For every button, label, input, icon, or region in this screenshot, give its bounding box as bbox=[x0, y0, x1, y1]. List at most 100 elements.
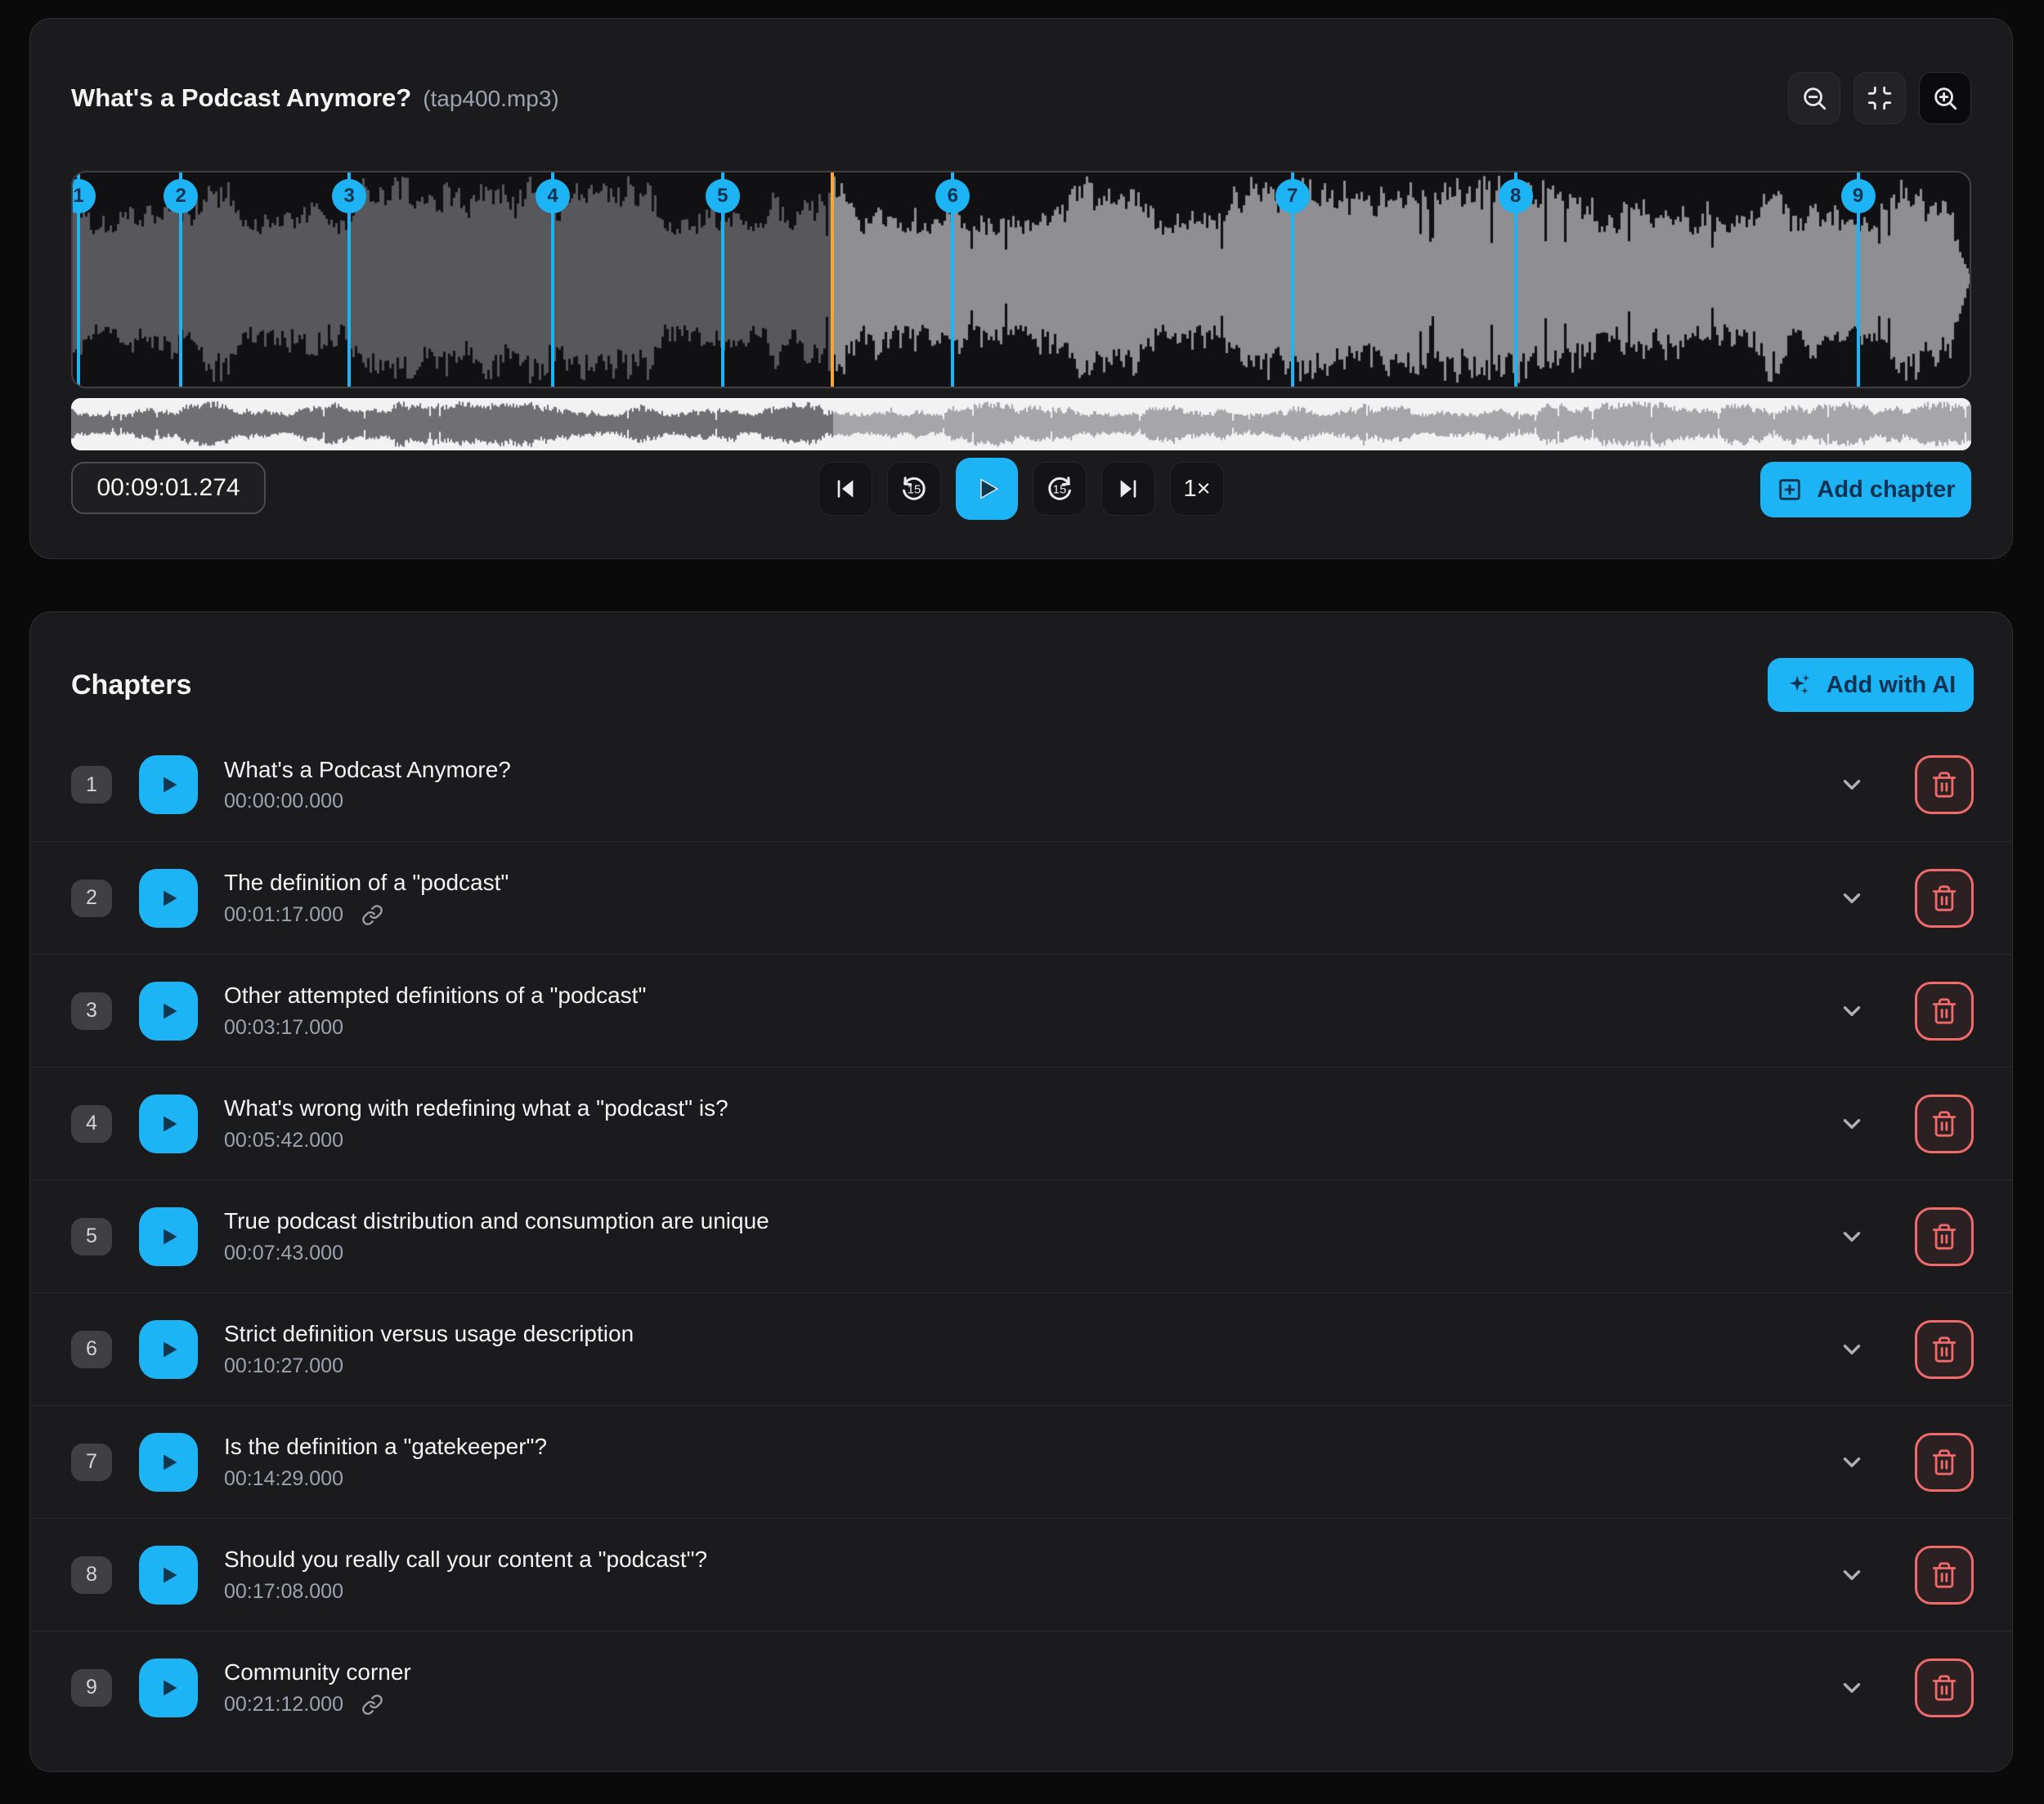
chapter-delete-button[interactable] bbox=[1915, 869, 1974, 928]
chapter-play-button[interactable] bbox=[139, 755, 198, 814]
playhead[interactable] bbox=[831, 172, 834, 387]
chapter-delete-button[interactable] bbox=[1915, 755, 1974, 814]
chapter-play-button[interactable] bbox=[139, 1433, 198, 1492]
chapters-panel: Chapters Add with AI 1 What's a Podcast … bbox=[29, 611, 2013, 1772]
chapter-delete-button[interactable] bbox=[1915, 1207, 1974, 1266]
chevron-down-icon bbox=[1838, 1223, 1866, 1251]
chapter-marker[interactable]: 3 bbox=[332, 179, 366, 213]
chevron-down-icon bbox=[1838, 1336, 1866, 1363]
chapter-title: What's wrong with redefining what a "pod… bbox=[224, 1094, 1838, 1122]
add-with-ai-button[interactable]: Add with AI bbox=[1768, 658, 1974, 712]
chapter-marker[interactable]: 4 bbox=[536, 179, 570, 213]
link-icon bbox=[361, 1694, 383, 1716]
chapter-play-button[interactable] bbox=[139, 1546, 198, 1605]
chapter-marker[interactable]: 5 bbox=[706, 179, 740, 213]
chapter-title: Should you really call your content a "p… bbox=[224, 1546, 1838, 1573]
chapter-play-button[interactable] bbox=[139, 869, 198, 928]
chapter-play-button[interactable] bbox=[139, 1659, 198, 1717]
chapter-meta: 00:10:27.000 bbox=[224, 1354, 1838, 1378]
chapter-marker[interactable]: 7 bbox=[1275, 179, 1310, 213]
skip-to-end-button[interactable] bbox=[1101, 462, 1155, 516]
trash-icon bbox=[1930, 1674, 1958, 1702]
add-chapter-button[interactable]: Add chapter bbox=[1760, 462, 1971, 517]
chapter-meta: 00:03:17.000 bbox=[224, 1016, 1838, 1040]
rewind-15-button[interactable]: 15 bbox=[887, 462, 941, 516]
trash-icon bbox=[1930, 1110, 1958, 1138]
chapter-expand-button[interactable] bbox=[1838, 771, 1866, 799]
chapter-meta: 00:21:12.000 bbox=[224, 1693, 1838, 1717]
chapter-expand-button[interactable] bbox=[1838, 1110, 1866, 1138]
chevron-down-icon bbox=[1838, 1448, 1866, 1476]
play-icon bbox=[973, 475, 1001, 503]
chapter-info: Is the definition a "gatekeeper"? 00:14:… bbox=[224, 1433, 1838, 1491]
minimap-canvas[interactable] bbox=[71, 398, 1971, 450]
chapter-meta: 00:05:42.000 bbox=[224, 1129, 1838, 1153]
chapter-marker[interactable]: 9 bbox=[1841, 179, 1876, 213]
chapter-play-button[interactable] bbox=[139, 1207, 198, 1266]
chapter-delete-button[interactable] bbox=[1915, 1320, 1974, 1379]
chevron-down-icon bbox=[1838, 1674, 1866, 1702]
forward-15-button[interactable]: 15 bbox=[1033, 462, 1087, 516]
chapter-marker[interactable]: 8 bbox=[1499, 179, 1533, 213]
play-button[interactable] bbox=[956, 458, 1018, 520]
chapter-title: What's a Podcast Anymore? bbox=[224, 756, 1838, 784]
chapter-play-button[interactable] bbox=[139, 982, 198, 1041]
chapter-title: Other attempted definitions of a "podcas… bbox=[224, 982, 1838, 1009]
chapter-expand-button[interactable] bbox=[1838, 1448, 1866, 1476]
chapter-row: 6 Strict definition versus usage descrip… bbox=[30, 1292, 2012, 1405]
trash-icon bbox=[1930, 771, 1958, 799]
chapter-row: 8 Should you really call your content a … bbox=[30, 1518, 2012, 1631]
play-icon bbox=[157, 1112, 180, 1135]
chapter-expand-button[interactable] bbox=[1838, 1674, 1866, 1702]
skip-to-start-button[interactable] bbox=[818, 462, 872, 516]
chapter-row: 4 What's wrong with redefining what a "p… bbox=[30, 1067, 2012, 1180]
minimap[interactable] bbox=[71, 398, 1971, 450]
chapter-timestamp: 00:17:08.000 bbox=[224, 1580, 343, 1604]
add-chapter-label: Add chapter bbox=[1817, 477, 1955, 504]
playback-speed-button[interactable]: 1× bbox=[1170, 462, 1224, 516]
play-icon bbox=[157, 1676, 180, 1699]
chapter-play-button[interactable] bbox=[139, 1320, 198, 1379]
chapter-timestamp: 00:10:27.000 bbox=[224, 1354, 343, 1378]
trash-icon bbox=[1930, 884, 1958, 912]
zoom-out-button[interactable] bbox=[1788, 72, 1840, 124]
trash-icon bbox=[1930, 1561, 1958, 1589]
chapter-delete-button[interactable] bbox=[1915, 982, 1974, 1041]
chapter-play-button[interactable] bbox=[139, 1094, 198, 1153]
chapter-expand-button[interactable] bbox=[1838, 997, 1866, 1025]
chapter-number-badge: 2 bbox=[71, 880, 112, 917]
skip-to-start-icon bbox=[832, 476, 858, 502]
chapter-delete-button[interactable] bbox=[1915, 1659, 1974, 1717]
chapter-delete-button[interactable] bbox=[1915, 1094, 1974, 1153]
transport-controls: 00:09:01.274 15 15 1× bbox=[71, 460, 1971, 517]
chapter-number-badge: 6 bbox=[71, 1331, 112, 1368]
chevron-down-icon bbox=[1838, 1561, 1866, 1589]
chapter-info: What's a Podcast Anymore? 00:00:00.000 bbox=[224, 756, 1838, 814]
fit-view-icon bbox=[1866, 84, 1894, 112]
chapter-meta: 00:07:43.000 bbox=[224, 1242, 1838, 1265]
chapters-heading: Chapters bbox=[71, 669, 191, 701]
chapter-delete-button[interactable] bbox=[1915, 1546, 1974, 1605]
zoom-in-button[interactable] bbox=[1919, 72, 1971, 124]
chapter-expand-button[interactable] bbox=[1838, 884, 1866, 912]
chapter-title: True podcast distribution and consumptio… bbox=[224, 1207, 1838, 1235]
play-icon bbox=[157, 1000, 180, 1023]
fit-view-button[interactable] bbox=[1853, 72, 1906, 124]
waveform[interactable]: 123456789 bbox=[71, 171, 1971, 388]
chapter-number-badge: 7 bbox=[71, 1444, 112, 1481]
chapter-info: The definition of a "podcast" 00:01:17.0… bbox=[224, 869, 1838, 927]
chapter-title: Strict definition versus usage descripti… bbox=[224, 1320, 1838, 1348]
chapter-expand-button[interactable] bbox=[1838, 1561, 1866, 1589]
chapter-info: True podcast distribution and consumptio… bbox=[224, 1207, 1838, 1265]
chapter-expand-button[interactable] bbox=[1838, 1336, 1866, 1363]
chapter-expand-button[interactable] bbox=[1838, 1223, 1866, 1251]
chapter-timestamp: 00:05:42.000 bbox=[224, 1129, 343, 1153]
chapter-info: Should you really call your content a "p… bbox=[224, 1546, 1838, 1604]
chapter-delete-button[interactable] bbox=[1915, 1433, 1974, 1492]
chapter-row: 7 Is the definition a "gatekeeper"? 00:1… bbox=[30, 1405, 2012, 1518]
chapter-timestamp: 00:03:17.000 bbox=[224, 1016, 343, 1040]
chapter-marker[interactable]: 2 bbox=[164, 179, 198, 213]
chapter-number-badge: 4 bbox=[71, 1105, 112, 1143]
chapter-info: Strict definition versus usage descripti… bbox=[224, 1320, 1838, 1378]
chapter-marker[interactable]: 6 bbox=[935, 179, 970, 213]
